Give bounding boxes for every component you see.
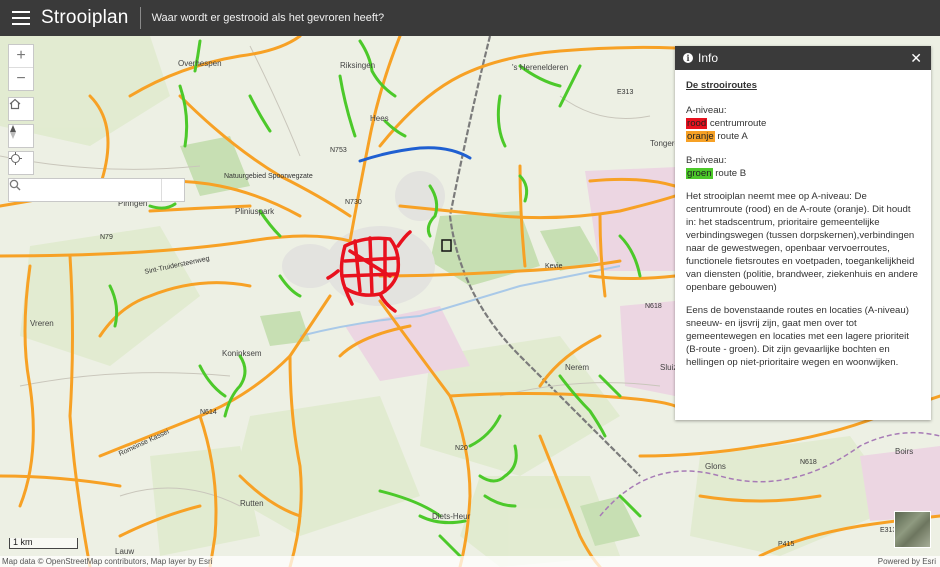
basemap-toggle[interactable] [894, 511, 931, 548]
label-hees: Hees [370, 114, 389, 123]
top-bar: Strooiplan Waar wordt er gestrooid als h… [0, 0, 940, 36]
title-divider [139, 7, 141, 29]
label-lauw: Lauw [115, 547, 134, 556]
zoom-control: + − [8, 44, 34, 91]
label-rutten: Rutten [240, 499, 264, 508]
compass-icon [10, 125, 16, 139]
info-panel-title: Info [698, 51, 719, 65]
label-glons: Glons [705, 462, 726, 471]
compass-button[interactable] [8, 124, 34, 148]
label-n753: N753 [330, 147, 347, 154]
search-box [8, 178, 185, 202]
label-pliniuspark: Pliniuspark [235, 207, 275, 216]
legend-red-text: centrumroute [709, 118, 767, 129]
label-riksingen: Riksingen [340, 61, 375, 70]
label-n618: N618 [645, 303, 662, 310]
label-kevie: Kevie [545, 263, 563, 270]
label-n20: N20 [455, 445, 468, 452]
legend-green-swatch: groen [686, 168, 713, 179]
app-title: Strooiplan [41, 7, 129, 28]
zoom-in-button[interactable]: + [9, 45, 33, 67]
info-heading: De strooiroutes [686, 80, 757, 91]
close-icon[interactable]: ✕ [910, 50, 922, 67]
locate-icon [9, 152, 22, 165]
home-button[interactable] [8, 97, 34, 121]
label-boirs: Boirs [895, 447, 913, 456]
legend-green-text: route B [715, 168, 747, 179]
locate-button[interactable] [8, 151, 34, 175]
legend-red: rood centrumroute [686, 117, 920, 130]
info-panel-header: i Info ✕ [675, 46, 931, 70]
label-overhespen: Overhespen [178, 59, 222, 68]
info-panel-body: De strooiroutes A-niveau: rood centrumro… [675, 70, 931, 378]
attribution-bar: Map data © OpenStreetMap contributors, M… [0, 556, 940, 567]
legend-red-swatch: rood [686, 118, 708, 129]
search-button[interactable] [9, 179, 184, 201]
label-nerem: Nerem [565, 363, 589, 372]
label-e313-north: E313 [617, 89, 633, 96]
label-n614: N614 [200, 409, 217, 416]
app-subtitle: Waar wordt er gestrooid als het gevroren… [151, 12, 385, 24]
label-n618-east: N618 [800, 459, 817, 466]
search-icon [9, 179, 21, 191]
label-p415: P415 [778, 541, 794, 548]
label-diets-heur: Diets-Heur [432, 512, 471, 521]
a-level-label: A-niveau: [686, 105, 727, 116]
info-panel: i Info ✕ De strooiroutes A-niveau: rood … [675, 46, 931, 420]
info-paragraph-1: Het strooiplan neemt mee op A-niveau: De… [686, 191, 919, 293]
legend-orange: oranje route A [686, 130, 920, 143]
search-input[interactable] [9, 179, 161, 201]
legend-orange-text: route A [717, 131, 748, 142]
label-n79: N79 [100, 234, 113, 241]
label-n730: N730 [345, 199, 362, 206]
menu-icon[interactable] [12, 11, 30, 25]
label-herenelderen: 's Herenelderen [512, 63, 568, 72]
b-level-label: B-niveau: [686, 155, 727, 166]
info-icon: i [683, 53, 693, 63]
attribution-text: Map data © OpenStreetMap contributors, M… [2, 557, 213, 566]
legend-orange-swatch: oranje [686, 131, 715, 142]
legend-green: groen route B [686, 167, 920, 180]
powered-by[interactable]: Powered by Esri [878, 556, 936, 567]
label-koninksem: Koninksem [222, 349, 262, 358]
label-vreren: Vreren [30, 319, 54, 328]
home-icon [9, 98, 21, 110]
scale-bar: 1 km [9, 538, 78, 549]
info-paragraph-2: Eens de bovenstaande routes en locaties … [686, 305, 909, 368]
zoom-out-button[interactable]: − [9, 67, 33, 90]
label-spoorwegzate: Natuurgebied Spoorwegzate [224, 173, 313, 180]
